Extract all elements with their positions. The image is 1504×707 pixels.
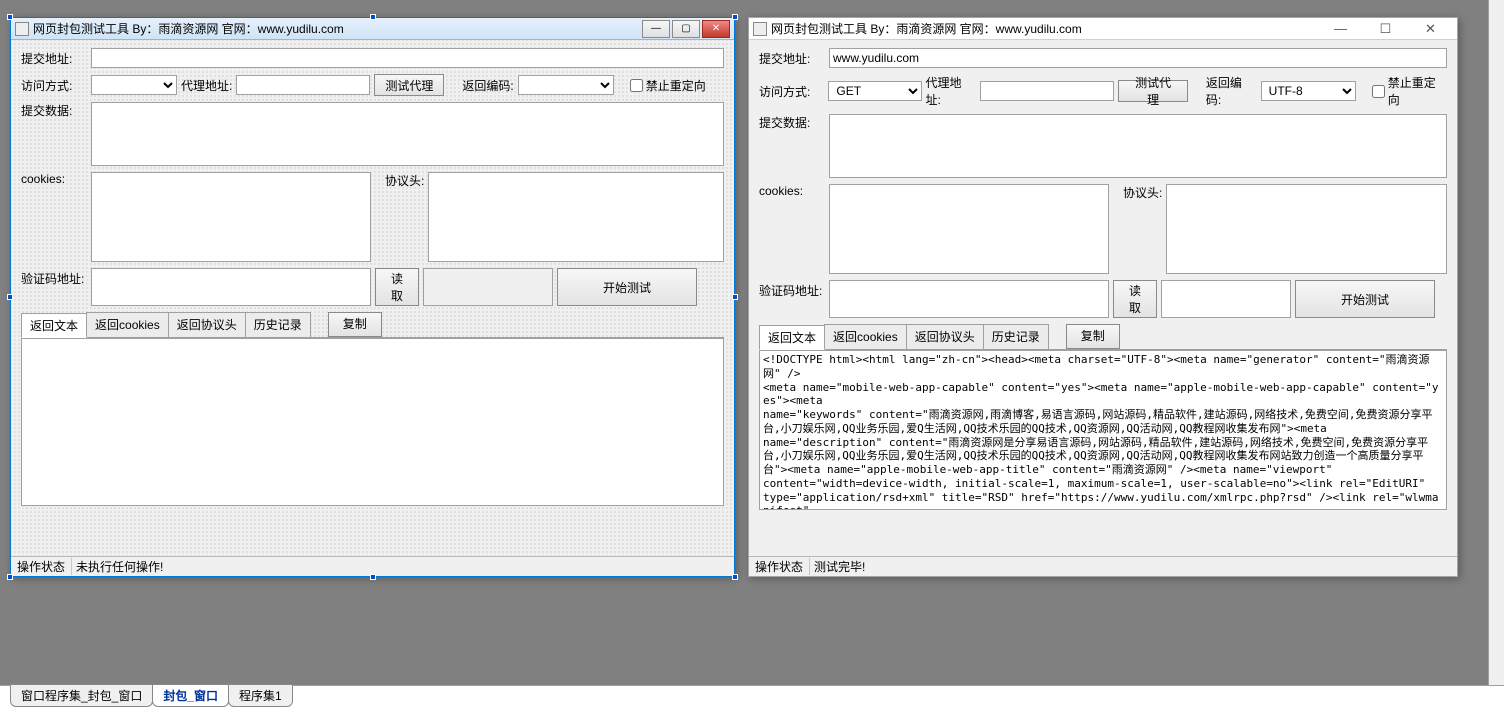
bottom-tab-2[interactable]: 封包_窗口 (152, 684, 229, 707)
status-label: 操作状态 (755, 558, 810, 575)
headers-label: 协议头: (385, 172, 424, 189)
method-label: 访问方式: (759, 83, 824, 100)
resize-handle[interactable] (370, 574, 376, 580)
read-button[interactable]: 读取 (1113, 280, 1157, 318)
enc-label: 返回编码: (1206, 74, 1257, 108)
cookies-textarea[interactable] (91, 172, 371, 262)
status-text: 测试完毕! (814, 558, 865, 575)
designer-window: 网页封包测试工具 By：雨滴资源网 官网：www.yudilu.com — ▢ … (10, 17, 735, 577)
method-label: 访问方式: (21, 77, 87, 94)
enc-select[interactable]: UTF-8 (1261, 81, 1356, 101)
result-textbox[interactable] (21, 338, 724, 506)
result-tabs: 返回文本 返回cookies 返回协议头 历史记录 复制 (759, 324, 1447, 350)
addr-input[interactable] (91, 48, 724, 68)
enc-select[interactable] (518, 75, 614, 95)
headers-textarea[interactable] (1166, 184, 1447, 274)
maximize-button[interactable]: ▢ (672, 20, 700, 38)
resize-handle[interactable] (732, 14, 738, 20)
resize-handle[interactable] (7, 294, 13, 300)
resize-handle[interactable] (7, 574, 13, 580)
cookies-label: cookies: (21, 172, 87, 186)
cookies-textarea[interactable] (829, 184, 1109, 274)
runtime-window: 网页封包测试工具 By：雨滴资源网 官网：www.yudilu.com — ☐ … (748, 17, 1458, 577)
postdata-label: 提交数据: (759, 114, 825, 131)
addr-input[interactable] (829, 48, 1447, 68)
resize-handle[interactable] (7, 14, 13, 20)
title-text: 网页封包测试工具 By：雨滴资源网 官网：www.yudilu.com (771, 20, 1318, 37)
tab-return-cookies[interactable]: 返回cookies (86, 312, 169, 337)
bottom-tabs: 窗口程序集_封包_窗口 封包_窗口 程序集1 (0, 685, 1504, 707)
tab-return-text[interactable]: 返回文本 (759, 325, 825, 350)
app-icon (753, 22, 767, 36)
test-proxy-button[interactable]: 测试代理 (1118, 80, 1188, 102)
captcha-image-box (423, 268, 553, 306)
app-icon (15, 22, 29, 36)
start-test-button[interactable]: 开始测试 (1295, 280, 1435, 318)
addr-label: 提交地址: (759, 50, 825, 67)
titlebar[interactable]: 网页封包测试工具 By：雨滴资源网 官网：www.yudilu.com — ☐ … (749, 18, 1457, 40)
read-button[interactable]: 读取 (375, 268, 419, 306)
proxy-label: 代理地址: (926, 74, 977, 108)
proxy-label: 代理地址: (181, 77, 232, 94)
tab-return-text[interactable]: 返回文本 (21, 313, 87, 338)
resize-handle[interactable] (370, 14, 376, 20)
headers-textarea[interactable] (428, 172, 724, 262)
captcha-label: 验证码地址: (759, 280, 825, 318)
close-button[interactable]: ✕ (1408, 18, 1453, 40)
copy-button[interactable]: 复制 (1066, 324, 1120, 349)
resize-handle[interactable] (732, 574, 738, 580)
tab-return-cookies[interactable]: 返回cookies (824, 324, 907, 349)
no-redirect-check[interactable]: 禁止重定向 (630, 77, 706, 94)
minimize-button[interactable]: — (1318, 18, 1363, 40)
resize-handle[interactable] (732, 294, 738, 300)
titlebar[interactable]: 网页封包测试工具 By：雨滴资源网 官网：www.yudilu.com — ▢ … (11, 18, 734, 40)
bottom-tab-3[interactable]: 程序集1 (228, 684, 293, 707)
start-test-button[interactable]: 开始测试 (557, 268, 697, 306)
tab-return-headers[interactable]: 返回协议头 (168, 312, 246, 337)
postdata-label: 提交数据: (21, 102, 87, 119)
enc-label: 返回编码: (462, 77, 513, 94)
tab-return-headers[interactable]: 返回协议头 (906, 324, 984, 349)
bottom-tab-1[interactable]: 窗口程序集_封包_窗口 (10, 684, 153, 707)
method-select[interactable] (91, 75, 177, 95)
no-redirect-check[interactable]: 禁止重定向 (1372, 74, 1447, 108)
headers-label: 协议头: (1123, 184, 1162, 201)
copy-button[interactable]: 复制 (328, 312, 382, 337)
side-panel[interactable] (1488, 0, 1504, 697)
minimize-button[interactable]: — (642, 20, 670, 38)
captcha-input[interactable] (829, 280, 1109, 318)
captcha-image-box (1161, 280, 1291, 318)
proxy-input[interactable] (236, 75, 370, 95)
no-redirect-checkbox[interactable] (630, 79, 643, 92)
client-area: 提交地址: 访问方式: GET 代理地址: 测试代理 返回编码: UTF-8 禁… (749, 40, 1457, 556)
postdata-textarea[interactable] (829, 114, 1447, 178)
captcha-label: 验证码地址: (21, 268, 87, 306)
proxy-input[interactable] (980, 81, 1114, 101)
status-text: 未执行任何操作! (76, 558, 163, 575)
result-tabs: 返回文本 返回cookies 返回协议头 历史记录 复制 (21, 312, 724, 338)
statusbar: 操作状态 未执行任何操作! (11, 556, 734, 576)
title-text: 网页封包测试工具 By：雨滴资源网 官网：www.yudilu.com (33, 20, 642, 37)
cookies-label: cookies: (759, 184, 825, 198)
method-select[interactable]: GET (828, 81, 921, 101)
result-textbox[interactable]: <!DOCTYPE html><html lang="zh-cn"><head>… (759, 350, 1447, 510)
captcha-input[interactable] (91, 268, 371, 306)
status-label: 操作状态 (17, 558, 72, 575)
client-area: 提交地址: 访问方式: 代理地址: 测试代理 返回编码: 禁止重定向 提交数据:… (11, 40, 734, 556)
test-proxy-button[interactable]: 测试代理 (374, 74, 444, 96)
tab-history[interactable]: 历史记录 (245, 312, 311, 337)
tab-history[interactable]: 历史记录 (983, 324, 1049, 349)
statusbar: 操作状态 测试完毕! (749, 556, 1457, 576)
no-redirect-checkbox[interactable] (1372, 85, 1385, 98)
close-button[interactable]: ✕ (702, 20, 730, 38)
postdata-textarea[interactable] (91, 102, 724, 166)
maximize-button[interactable]: ☐ (1363, 18, 1408, 40)
addr-label: 提交地址: (21, 50, 87, 67)
